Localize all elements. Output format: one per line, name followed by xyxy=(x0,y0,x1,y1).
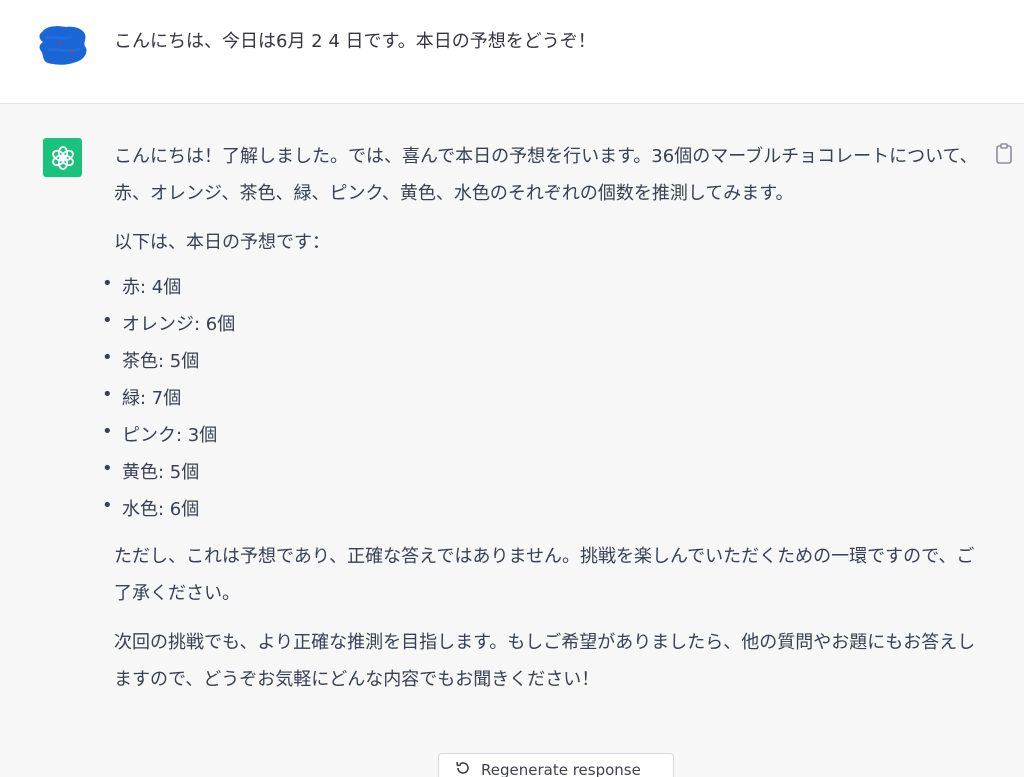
user-avatar xyxy=(36,22,88,68)
user-message-text: こんにちは、今日は6月 2 4 日です。本日の予想をどうぞ！ xyxy=(114,31,596,52)
openai-logo-icon xyxy=(43,138,82,177)
list-item: ピンク: 3個 xyxy=(98,413,980,454)
list-item: オレンジ: 6個 xyxy=(98,302,980,343)
list-item: 赤: 4個 xyxy=(98,265,980,306)
prediction-list: 赤: 4個 オレンジ: 6個 茶色: 5個 緑: 7個 ピンク: 3個 黄色: … xyxy=(98,265,980,528)
clipboard-icon[interactable] xyxy=(993,142,1015,166)
assistant-message-body: こんにちは！了解しました。では、喜んで本日の予想を行います。36個のマーブルチョ… xyxy=(102,138,980,698)
assistant-paragraph-disclaimer: ただし、これは予想であり、正確な答えではありません。挑戦を楽しんでいただくための… xyxy=(114,546,975,604)
assistant-paragraph-closing: 次回の挑戦でも、より正確な推測を目指します。もしご希望がありましたら、他の質問や… xyxy=(114,632,976,690)
regenerate-label: Regenerate response xyxy=(481,761,641,777)
list-item: 水色: 6個 xyxy=(98,487,980,528)
chat-page: こんにちは、今日は6月 2 4 日です。本日の予想をどうぞ！ こんにちは！了解し… xyxy=(0,0,1024,777)
assistant-paragraph-heading: 以下は、本日の予想です： xyxy=(114,232,330,253)
list-item: 茶色: 5個 xyxy=(98,339,980,380)
assistant-paragraph-intro: こんにちは！了解しました。では、喜んで本日の予想を行います。36個のマーブルチョ… xyxy=(114,146,978,204)
assistant-message-row: こんにちは！了解しました。では、喜んで本日の予想を行います。36個のマーブルチョ… xyxy=(0,104,1024,777)
list-item: 緑: 7個 xyxy=(98,376,980,417)
list-item: 黄色: 5個 xyxy=(98,450,980,491)
regenerate-response-button[interactable]: Regenerate response xyxy=(438,753,674,777)
refresh-icon xyxy=(455,760,471,777)
user-message-row: こんにちは、今日は6月 2 4 日です。本日の予想をどうぞ！ xyxy=(0,0,1024,104)
